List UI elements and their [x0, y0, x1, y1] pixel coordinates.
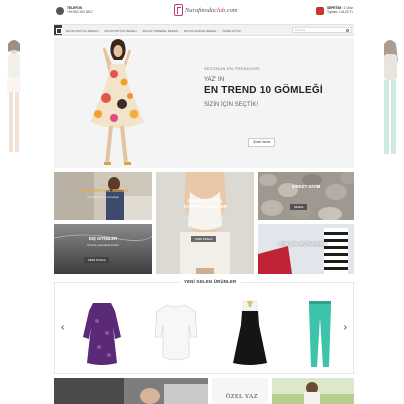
phone-number[interactable]: +90 562 263 0817	[67, 10, 93, 14]
search-placeholder: Ürün Ara	[295, 29, 306, 32]
tile-genclere-label: GENÇLERE ÖZEL TASARIM MODELLER	[183, 198, 227, 209]
nav-item-buyuk[interactable]: BAYAN BÜYÜK BEDEN	[105, 29, 137, 33]
site-header: TELEFON +90 562 263 0817 Nurafmodaclub.c…	[54, 0, 354, 22]
hero-line4: SİZİN İÇİN SEÇTİK!	[204, 102, 259, 108]
home-icon[interactable]	[54, 25, 62, 35]
tile-dis-label: DIŞ GİYİMLER	[88, 236, 118, 241]
tile-genclere-ozel[interactable]: GENÇLERE ÖZEL TASARIM MODELLER Gençlere …	[156, 172, 254, 274]
phone-icon	[56, 7, 64, 15]
logo-text-end: .com	[225, 6, 238, 14]
ozel-yaz-title: ÖZEL YAZ	[226, 394, 259, 400]
hero-line2: YAZ' IN	[204, 77, 225, 83]
tile-sirket-image	[258, 172, 354, 220]
tile-genclere-image	[156, 172, 254, 274]
product-image-purple-dress[interactable]	[75, 297, 129, 369]
hero-subtitle: SEZONUN EN TRENDLERİ	[204, 66, 260, 71]
tile-sirket-label: ŞİRKET GİYİM	[291, 184, 321, 189]
cart-total: Toplam: 144,00 TL	[327, 10, 354, 14]
site-logo[interactable]: Nurafmodaclub.com	[174, 4, 237, 16]
hero-text: SEZONUN EN TRENDLERİ YAZ' IN EN TREND 10…	[204, 66, 344, 108]
search-icon[interactable]	[346, 29, 349, 32]
tile-battal-label: BAYAN BATTAL BEDEN	[78, 188, 128, 193]
cart-icon	[316, 7, 324, 15]
hero-banner[interactable]: SEZONUN EN TRENDLERİ YAZ' IN EN TREND 10…	[54, 38, 354, 168]
hero-model-image	[90, 39, 144, 165]
new-products-section: YENİ GELEN ÜRÜNLER ‹ ›	[54, 279, 354, 374]
tile-genclere-button[interactable]: Şimdi İncele	[191, 236, 217, 242]
logo-text-main: Nurafmoda	[185, 6, 215, 14]
product-image-black-dress[interactable]	[223, 297, 277, 369]
logo-icon	[174, 4, 183, 16]
bottom-banner-right[interactable]	[272, 378, 354, 404]
background-model-left	[7, 40, 21, 152]
bottom-right-image	[272, 378, 354, 404]
tile-dis-giyim[interactable]: DIŞ GİYİMLER Tarzınızı yansıtacak ürünle…	[54, 224, 152, 274]
tile-battal-desc: Yaz koleksiyonunu inceleyin	[86, 196, 120, 199]
logo-text-accent: club	[214, 6, 226, 14]
tile-dis-image	[54, 224, 152, 274]
tile-dis-button[interactable]: ŞİMDİ İNCELE	[84, 257, 110, 263]
bottom-banner-middle[interactable]: ÖZEL YAZ	[212, 378, 268, 404]
nav-item-orme[interactable]: ÖRME GİYİM	[222, 29, 240, 33]
tile-sirket-giyim[interactable]: ŞİRKET GİYİM İNCELE	[258, 172, 354, 220]
cart-block[interactable]: SEPETİM / 1 Ürün Toplam: 144,00 TL	[316, 6, 353, 15]
tile-sizin-image	[258, 224, 354, 274]
bottom-left-image	[54, 378, 208, 404]
search-input[interactable]: Ürün Ara	[292, 27, 352, 33]
tile-sizin-icin[interactable]: SİZİN İÇİN SEÇTİKLERİMİZ	[258, 224, 354, 274]
page: TELEFON +90 562 263 0817 Nurafmodaclub.c…	[0, 0, 404, 404]
nav-item-ozbebel[interactable]: BAYAN ÖZBEBEL BEDEN	[143, 29, 178, 33]
product-image-turquoise-pants[interactable]	[293, 297, 347, 369]
phone-block: TELEFON +90 562 263 0817	[56, 6, 93, 15]
nav-menu: BAYAN BATTAL BEDEN BAYAN BÜYÜK BEDEN BAY…	[66, 29, 241, 33]
nav-item-battal[interactable]: BAYAN BATTAL BEDEN	[66, 29, 99, 33]
new-products-title: YENİ GELEN ÜRÜNLER	[179, 279, 242, 284]
background-model-right	[384, 40, 398, 154]
main-nav: BAYAN BATTAL BEDEN BAYAN BÜYÜK BEDEN BAY…	[54, 24, 354, 36]
hero-cta-button[interactable]: Şimdi İncele	[248, 137, 276, 147]
tile-genclere-desc: Gençlere ve yaz stiline uygun ürünler mo…	[183, 216, 227, 222]
bottom-banner-left[interactable]	[54, 378, 208, 404]
tile-sirket-button[interactable]: İNCELE	[290, 204, 308, 210]
tile-sizin-label: SİZİN İÇİN SEÇTİKLERİMİZ	[278, 242, 328, 246]
nav-item-elbise[interactable]: BAYAN ELBİSE BEDEN	[184, 29, 216, 33]
carousel-prev-icon[interactable]: ‹	[61, 323, 64, 333]
hero-title: EN TREND 10 GÖMLEĞİ	[204, 85, 323, 96]
tile-battal-beden[interactable]: BAYAN BATTAL BEDEN Yaz koleksiyonunu inc…	[54, 172, 152, 220]
tile-dis-desc: Tarzınızı yansıtacak ürünler	[87, 244, 119, 247]
product-image-white-blouse[interactable]	[149, 297, 203, 369]
